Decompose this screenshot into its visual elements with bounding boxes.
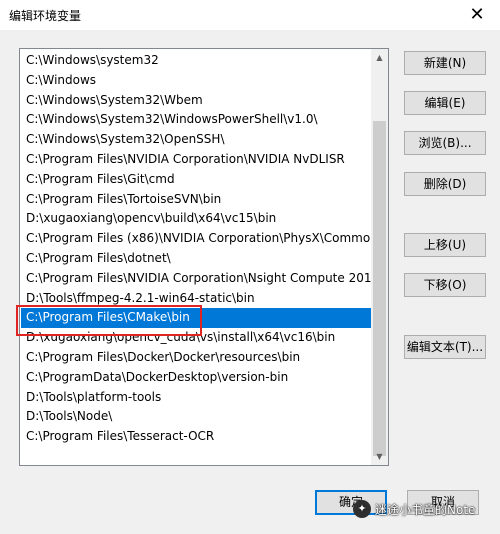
path-list-items: C:\Windows\system32 C:\Windows C:\Windows\… [21, 51, 373, 447]
list-item[interactable]: D:\Tools\platform-tools [21, 388, 373, 408]
list-item[interactable]: C:\Program Files (x86)\NVIDIA Corporatio… [21, 229, 373, 249]
list-item[interactable]: C:\Program Files\CMake\bin [21, 308, 373, 329]
list-item[interactable]: D:\Tools\ffmpeg-4.2.1-win64-static\bin [21, 289, 373, 309]
list-item[interactable]: C:\Windows\System32\OpenSSH\ [21, 130, 373, 150]
title-bar: 编辑环境变量 ✕ [0, 0, 500, 30]
list-item[interactable]: C:\Program Files\Git\cmd [21, 170, 373, 190]
new-button[interactable]: 新建(N) [404, 51, 486, 75]
browse-button[interactable]: 浏览(B)... [404, 131, 486, 155]
watermark: ✦ 迷途小书童的Note [353, 497, 475, 521]
list-item[interactable]: C:\Program Files\Tesseract-OCR [21, 427, 373, 447]
edit-text-button[interactable]: 编辑文本(T)... [404, 335, 486, 359]
list-item[interactable]: C:\Program Files\Docker\Docker\resources… [21, 348, 373, 368]
list-item[interactable]: D:\xugaoxiang\opencv\build\x64\vc15\bin [21, 209, 373, 229]
scroll-down-arrow-icon[interactable]: ▼ [371, 448, 388, 465]
list-item[interactable]: C:\ProgramData\DockerDesktop\version-bin [21, 368, 373, 388]
list-item[interactable]: C:\Program Files\NVIDIA Corporation\NVID… [21, 150, 373, 170]
list-item[interactable]: C:\Windows\System32\Wbem [21, 91, 373, 111]
watermark-text: 迷途小书童的Note [375, 502, 476, 517]
close-icon[interactable]: ✕ [454, 0, 500, 30]
list-item[interactable]: D:\Tools\Node\ [21, 407, 373, 427]
move-down-button[interactable]: 下移(O) [404, 273, 486, 297]
scroll-up-arrow-icon[interactable]: ▲ [371, 49, 388, 66]
scrollbar-thumb[interactable] [373, 121, 386, 456]
list-item[interactable]: C:\Program Files\TortoiseSVN\bin [21, 190, 373, 210]
path-list[interactable]: C:\Windows\system32 C:\Windows C:\Windows\… [19, 48, 389, 466]
list-item[interactable]: C:\Windows\System32\WindowsPowerShell\v1… [21, 110, 373, 130]
list-item[interactable]: C:\Windows [21, 71, 373, 91]
list-item[interactable]: D:\xugaoxiang\opencv_cuda\vs\install\x64… [21, 328, 373, 348]
list-item[interactable]: C:\Windows\system32 [21, 51, 373, 71]
list-item[interactable]: C:\Program Files\dotnet\ [21, 249, 373, 269]
list-item[interactable]: C:\Program Files\NVIDIA Corporation\Nsig… [21, 269, 373, 289]
window-title: 编辑环境变量 [9, 9, 82, 23]
vertical-scrollbar[interactable]: ▲ ▼ [371, 49, 388, 465]
move-up-button[interactable]: 上移(U) [404, 233, 486, 257]
wechat-logo-icon: ✦ [353, 500, 371, 518]
edit-button[interactable]: 编辑(E) [404, 91, 486, 115]
delete-button[interactable]: 删除(D) [404, 172, 486, 196]
